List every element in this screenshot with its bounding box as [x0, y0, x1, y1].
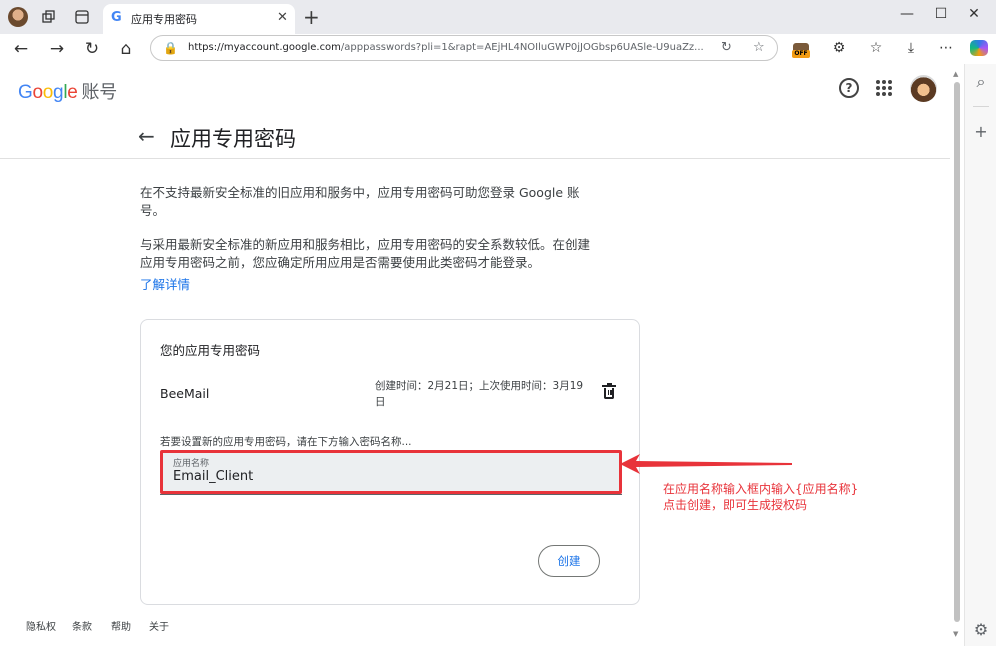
lock-icon[interactable]: 🔒 [163, 41, 178, 55]
footer-privacy-link[interactable]: 隐私权 [26, 618, 56, 633]
browser-toolbar: ← → ↻ ⌂ 🔒 https://myaccount.google.com/a… [0, 34, 996, 64]
translate-icon[interactable]: ↻ [721, 40, 732, 55]
card-heading: 您的应用专用密码 [160, 343, 261, 358]
maximize-icon[interactable]: ☐ [931, 6, 951, 22]
footer-help-link[interactable]: 帮助 [111, 618, 131, 633]
help-icon[interactable]: ? [839, 78, 859, 98]
more-icon[interactable]: ⋯ [936, 40, 956, 56]
favorites-icon[interactable]: ☆ [866, 40, 886, 56]
back-icon[interactable]: ← [10, 38, 32, 60]
google-apps-icon[interactable] [876, 80, 892, 96]
scroll-thumb[interactable] [954, 82, 960, 622]
header-divider [0, 158, 950, 159]
delete-trash-icon[interactable] [602, 383, 616, 399]
extension-icon[interactable]: ⚙ [829, 40, 849, 56]
close-tab-icon[interactable]: ✕ [277, 10, 288, 25]
annotation-line-2: 点击创建，即可生成授权码 [663, 498, 808, 512]
workspaces-icon[interactable] [39, 7, 59, 27]
sidebar-add-icon[interactable]: + [971, 122, 991, 141]
new-password-hint: 若要设置新的应用专用密码，请在下方输入密码名称... [160, 436, 412, 448]
google-account-logo[interactable]: Google 账号 [18, 78, 117, 104]
new-tab-icon[interactable]: + [303, 5, 320, 29]
vertical-tabs-icon[interactable] [72, 7, 92, 27]
sidebar-divider [973, 106, 989, 107]
intro-paragraph-2: 与采用最新安全标准的新应用和服务相比，应用专用密码的安全系数较低。在创建应用专用… [140, 237, 591, 270]
url-text: https://myaccount.google.com/apppassword… [188, 42, 704, 53]
sidebar-search-icon[interactable]: ⌕ [971, 72, 991, 92]
intro-paragraph-1: 在不支持最新安全标准的旧应用和服务中，应用专用密码可助您登录 Google 账号… [140, 185, 580, 218]
footer-about-link[interactable]: 关于 [149, 618, 169, 633]
tab-apppasswords[interactable]: G 应用专用密码 ✕ [103, 4, 295, 34]
footer-terms-link[interactable]: 条款 [72, 618, 92, 633]
copilot-icon[interactable] [970, 40, 988, 56]
app-password-name: BeeMail [160, 386, 210, 401]
app-password-meta: 创建时间：2月21日；上次使用时间：3月19日 [375, 380, 584, 408]
minimize-icon[interactable]: — [897, 6, 917, 22]
extension-off-badge[interactable]: OFF [792, 42, 810, 58]
sidebar-settings-icon[interactable]: ⚙ [971, 620, 991, 639]
page-scrollbar[interactable]: ▲ ▼ [950, 64, 964, 646]
create-button[interactable]: 创建 [538, 545, 600, 577]
forward-icon[interactable]: → [46, 38, 68, 60]
downloads-icon[interactable]: ⤓ [901, 40, 921, 56]
edge-sidebar: ⌕ + ⚙ [964, 64, 996, 646]
browser-tab-bar: G 应用专用密码 ✕ + — ☐ ✕ [0, 0, 996, 34]
input-highlight-box [160, 450, 622, 494]
google-favicon-icon: G [111, 10, 122, 25]
scroll-up-icon[interactable]: ▲ [953, 70, 958, 78]
close-window-icon[interactable]: ✕ [964, 6, 984, 22]
profile-avatar[interactable] [8, 7, 28, 27]
address-bar[interactable]: 🔒 https://myaccount.google.com/apppasswo… [150, 35, 778, 61]
back-arrow-icon[interactable]: ← [138, 124, 155, 148]
refresh-icon[interactable]: ↻ [81, 38, 103, 60]
page-title: 应用专用密码 [170, 127, 296, 151]
favorite-star-icon[interactable]: ☆ [753, 40, 765, 55]
annotation-arrow [620, 454, 792, 474]
scroll-down-icon[interactable]: ▼ [953, 630, 958, 638]
learn-more-link[interactable]: 了解详情 [140, 274, 190, 293]
home-icon[interactable]: ⌂ [115, 38, 137, 60]
off-label: OFF [792, 50, 810, 58]
tab-title: 应用专用密码 [131, 13, 197, 26]
account-avatar[interactable] [910, 75, 937, 102]
annotation-line-1: 在应用名称输入框内输入{应用名称} [663, 482, 859, 496]
